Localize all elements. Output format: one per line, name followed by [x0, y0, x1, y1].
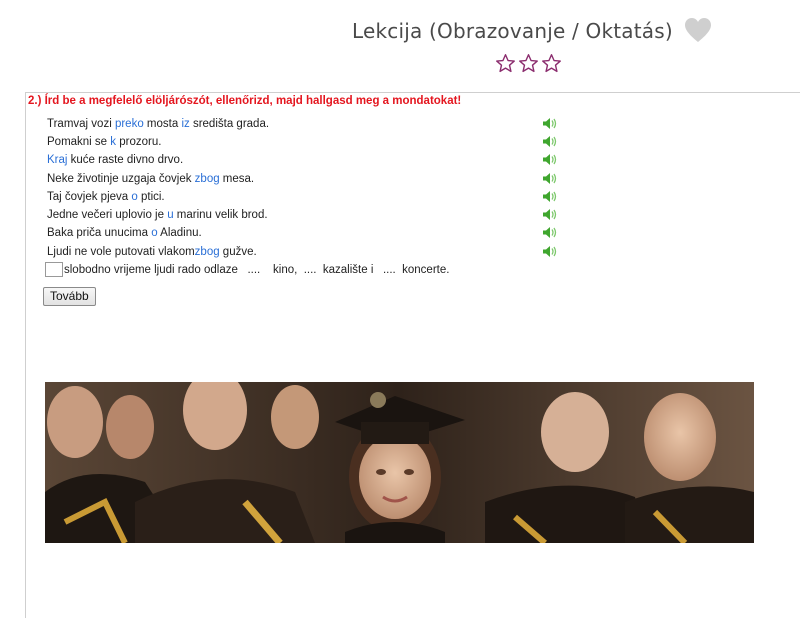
speaker-icon[interactable] — [542, 172, 557, 185]
heart-icon[interactable] — [684, 17, 712, 43]
star-icon[interactable] — [518, 53, 539, 74]
speaker-icon[interactable] — [542, 153, 557, 166]
sentence-row: Pomakni se k prozoru. — [47, 136, 162, 148]
speaker-icon[interactable] — [542, 208, 557, 221]
star-icon[interactable] — [541, 53, 562, 74]
answer-word: preko — [114, 118, 144, 130]
next-button[interactable]: Tovább — [43, 287, 96, 306]
current-sentence-text: slobodno vrijeme ljudi rado odlaze .... … — [64, 264, 450, 276]
answer-word: zbog — [194, 246, 220, 258]
speaker-icon[interactable] — [542, 245, 557, 258]
sentence-row: Tramvaj vozi preko mosta iz središta gra… — [47, 118, 270, 130]
sentence-row: Neke životinje uzgaja čovjek zbog mesa. — [47, 173, 255, 185]
graduation-photo — [45, 382, 754, 543]
star-icon[interactable] — [495, 53, 516, 74]
speaker-icon[interactable] — [542, 135, 557, 148]
speaker-icon[interactable] — [542, 226, 557, 239]
sentence-row: Baka priča unucima o Aladinu. — [47, 227, 202, 239]
exercise-instruction: 2.) Írd be a megfelelő elöljárószót, ell… — [28, 95, 462, 107]
sentence-row: Kraj kuće raste divno drvo. — [47, 154, 184, 166]
sentence-row: Ljudi ne vole putovati vlakomzbog gužve. — [47, 246, 257, 258]
answer-word: zbog — [194, 173, 220, 185]
speaker-icon[interactable] — [542, 117, 557, 130]
rating-stars — [495, 53, 562, 75]
current-sentence-row: slobodno vrijeme ljudi rado odlaze .... … — [45, 262, 449, 278]
answer-word: iz — [181, 118, 190, 130]
sentence-row: Jedne večeri uplovio je u marinu velik b… — [47, 209, 268, 221]
content-left-border — [25, 92, 26, 618]
answer-word: Kraj — [47, 154, 68, 166]
answer-input[interactable] — [45, 262, 63, 278]
content-top-border — [25, 92, 800, 93]
page-title: Lekcija (Obrazovanje / Oktatás) — [352, 19, 673, 43]
sentence-row: Taj čovjek pjeva o ptici. — [47, 191, 165, 203]
speaker-icon[interactable] — [542, 190, 557, 203]
